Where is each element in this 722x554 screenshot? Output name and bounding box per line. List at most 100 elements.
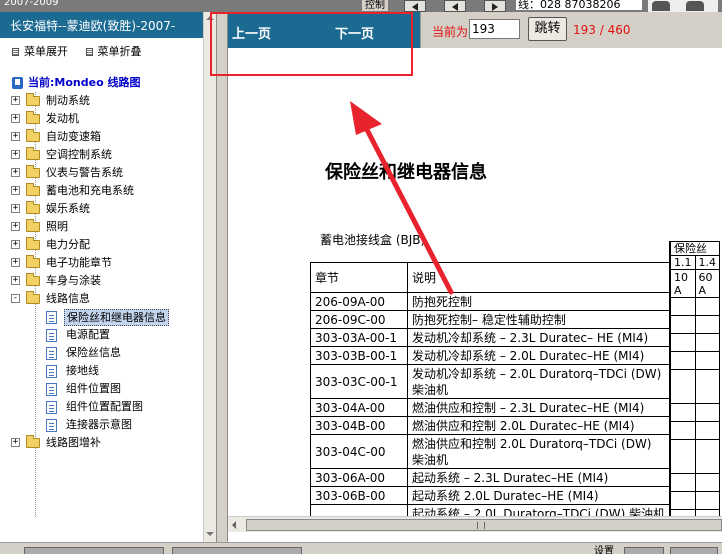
tree-folder-label: 娱乐系统: [46, 202, 90, 215]
folder-icon: [26, 147, 40, 160]
tree-folder-label: 仪表与警告系统: [46, 166, 123, 179]
next-arrow-icon[interactable]: [484, 0, 506, 12]
expand-icon[interactable]: +: [11, 186, 20, 195]
tree-leaf-label: 保险丝和继电器信息: [64, 309, 169, 326]
chapter-header: 章节: [310, 262, 408, 293]
title-year: 2007-2009: [4, 0, 59, 8]
expand-icon[interactable]: +: [11, 168, 20, 177]
folder-icon: [26, 183, 40, 196]
tree-folder-label: 电子功能章节: [46, 256, 112, 269]
menu-collapse-button[interactable]: 菜单折叠: [85, 43, 142, 59]
prev-arrow-icon[interactable]: [444, 0, 466, 12]
folder-icon: [26, 165, 40, 178]
description-cell: 发动机冷却系统 – 2.3L Duratec– HE (MI4): [407, 328, 671, 347]
chapter-cell: 206-09C-00: [310, 310, 408, 329]
bottom-tab[interactable]: [172, 547, 302, 554]
tree-folder[interactable]: + 线路图增补: [0, 434, 203, 452]
description-cell: 发动机冷却系统 – 2.0L Duratorq–TDCi (DW) 柴油机: [407, 364, 671, 399]
expand-icon[interactable]: +: [11, 438, 20, 447]
description-cell: 起动系统 – 2.3L Duratec–HE (MI4): [407, 468, 671, 487]
tree-folder[interactable]: + 自动变速箱: [0, 128, 203, 146]
expand-icon[interactable]: +: [11, 276, 20, 285]
tree-folder[interactable]: + 发动机: [0, 110, 203, 128]
table-row: 起动系统 – 2.0L Duratorq–TDCi (DW) 柴油机: [310, 504, 671, 516]
current-page-label: 当前为: [432, 25, 469, 39]
tree-folder-label: 制动系统: [46, 94, 90, 107]
tree-current[interactable]: 当前:Mondeo 线路图: [0, 74, 203, 92]
chapter-cell: 303-06A-00: [310, 468, 408, 487]
description-cell: 燃油供应和控制 2.0L Duratec–HE (MI4): [407, 416, 671, 435]
expand-icon[interactable]: +: [11, 150, 20, 159]
chapter-cell: 303-06B-00: [310, 486, 408, 505]
expand-icon[interactable]: +: [11, 240, 20, 249]
bottom-label: 设置: [594, 546, 614, 554]
tree-folder-label: 电力分配: [46, 238, 90, 251]
description-cell: 起动系统 2.0L Duratec–HE (MI4): [407, 486, 671, 505]
menu-icon: [85, 48, 93, 56]
frame-divider[interactable]: [218, 12, 228, 542]
table-row: 206-09A-00 防抱死控制: [310, 292, 671, 311]
logo-icon: [648, 0, 718, 12]
expand-icon[interactable]: +: [11, 222, 20, 231]
scroll-up-icon: [206, 16, 214, 20]
expand-icon[interactable]: +: [11, 114, 20, 123]
table-row: 303-03B-00-1 发动机冷却系统 – 2.0L Duratec–HE (M…: [310, 346, 671, 365]
tree-folder-label: 线路图增补: [46, 436, 101, 449]
tree-folder[interactable]: + 蓄电池和充电系统: [0, 182, 203, 200]
description-cell: 发动机冷却系统 – 2.0L Duratec–HE (MI4): [407, 346, 671, 365]
expand-icon[interactable]: +: [11, 132, 20, 141]
expand-icon[interactable]: +: [11, 204, 20, 213]
menu-expand-label: 菜单展开: [24, 45, 68, 58]
first-page-icon[interactable]: [404, 0, 426, 12]
expand-icon[interactable]: -: [11, 294, 20, 303]
top-strip: 2007-2009 控制 线：028 87038206: [0, 0, 722, 12]
tree-folder[interactable]: + 空调控制系统: [0, 146, 203, 164]
prev-page-button[interactable]: 上一页: [232, 23, 271, 42]
expand-icon[interactable]: +: [11, 258, 20, 267]
next-page-button[interactable]: 下一页: [335, 23, 374, 42]
fuse-panel-header: 保险丝: [670, 241, 720, 256]
tree-leaf-label: 保险丝信息: [66, 346, 121, 359]
tree-folder[interactable]: + 仪表与警告系统: [0, 164, 203, 182]
tree-folder[interactable]: + 照明: [0, 218, 203, 236]
document-icon: [46, 365, 57, 378]
document-icon: [46, 419, 57, 432]
tree-folder[interactable]: - 线路信息: [0, 290, 203, 308]
jump-button[interactable]: 跳转: [528, 17, 567, 41]
tree-folder[interactable]: + 车身与涂装: [0, 272, 203, 290]
tree-folder[interactable]: + 电子功能章节: [0, 254, 203, 272]
tree-folder[interactable]: + 制动系统: [0, 92, 203, 110]
document-view: 保险丝和继电器信息 蓄电池接线盒 (BJB) 章节 说明 206-09A-00 防…: [228, 48, 722, 516]
tree-folder-label: 照明: [46, 220, 68, 233]
tree-folder-label: 蓄电池和充电系统: [46, 184, 134, 197]
horizontal-scrollbar[interactable]: [228, 516, 722, 532]
menu-controls: 菜单展开 菜单折叠: [0, 38, 216, 62]
expand-icon[interactable]: +: [11, 96, 20, 105]
page-number-input[interactable]: [469, 19, 520, 39]
tree-folder[interactable]: + 电力分配: [0, 236, 203, 254]
tree-leaf[interactable]: 连接器示意图: [0, 416, 203, 434]
folder-icon: [26, 237, 40, 250]
table-row: 303-06B-00 起动系统 2.0L Duratec–HE (MI4): [310, 486, 671, 505]
bottom-tab[interactable]: [670, 547, 718, 554]
tree-leaf[interactable]: 接地线: [0, 362, 203, 380]
tree-leaf[interactable]: 组件位置图: [0, 380, 203, 398]
tree-folder[interactable]: + 娱乐系统: [0, 200, 203, 218]
document-icon: [46, 329, 57, 342]
folder-icon: [26, 291, 40, 304]
contact-phone: 线：028 87038206: [516, 0, 642, 10]
chapter-cell: 206-09A-00: [310, 292, 408, 311]
sidebar-scrollbar[interactable]: [203, 12, 216, 542]
bottom-tab[interactable]: [24, 547, 164, 554]
tree-leaf[interactable]: 组件位置配置图: [0, 398, 203, 416]
bottom-tab[interactable]: [624, 547, 664, 554]
scroll-left-icon[interactable]: [232, 521, 236, 529]
tree-leaf[interactable]: 电源配置: [0, 326, 203, 344]
fuse-rating: 10 A: [670, 269, 696, 298]
fuse-panel-table: 保险丝 1.1 1.4 10 A 60 A: [670, 241, 720, 516]
tree-leaf[interactable]: 保险丝信息: [0, 344, 203, 362]
tree-folder-label: 发动机: [46, 112, 79, 125]
menu-expand-button[interactable]: 菜单展开: [12, 43, 68, 59]
scroll-thumb[interactable]: [246, 519, 722, 531]
tree-leaf[interactable]: 保险丝和继电器信息: [0, 308, 203, 326]
